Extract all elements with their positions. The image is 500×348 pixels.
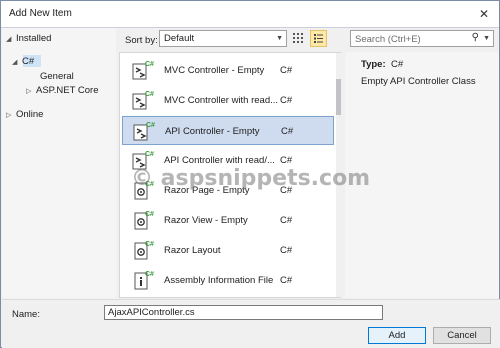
- collapse-icon[interactable]: ◢: [6, 35, 16, 43]
- svg-text:C#: C#: [145, 241, 154, 248]
- expand-icon[interactable]: ▷: [26, 87, 36, 95]
- template-name: MVC Controller - Empty: [164, 65, 265, 76]
- sort-value: Default: [164, 33, 195, 44]
- sort-label: Sort by:: [125, 35, 158, 46]
- close-button[interactable]: ✕: [475, 5, 493, 23]
- list-item[interactable]: C# MVC Controller - Empty C#: [122, 56, 334, 85]
- add-new-item-dialog: Add New Item ✕ ◢ Installed ◢ C# General ▷ A…: [0, 0, 500, 348]
- razor-view-icon: C#: [130, 208, 154, 232]
- tree-item-general[interactable]: General: [40, 71, 74, 82]
- sort-dropdown[interactable]: Default ▼: [159, 30, 287, 47]
- name-footer: Name: AjaxAPIController.cs Add Cancel: [2, 299, 500, 348]
- tree-label-aspnet-core: ASP.NET Core: [36, 85, 99, 96]
- type-label: Type:: [361, 59, 386, 70]
- add-button[interactable]: Add: [368, 327, 426, 344]
- template-name: Razor Layout: [164, 245, 221, 256]
- template-language: C#: [280, 95, 293, 106]
- chevron-down-icon[interactable]: ▼: [483, 35, 490, 42]
- template-name: MVC Controller with read...: [164, 95, 279, 106]
- template-language: C#: [280, 275, 293, 286]
- file-name-field[interactable]: AjaxAPIController.cs: [104, 305, 383, 320]
- razor-layout-icon: C#: [130, 238, 154, 262]
- svg-text:C#: C#: [145, 91, 154, 98]
- title-bar: Add New Item ✕: [1, 1, 499, 27]
- collapse-icon[interactable]: ◢: [12, 58, 22, 66]
- template-language: C#: [280, 215, 293, 226]
- tree-label-online: Online: [16, 109, 44, 120]
- tree-item-installed[interactable]: ◢ Installed: [6, 33, 51, 44]
- list-item[interactable]: C# MVC Controller with read... C#: [122, 86, 334, 115]
- template-language: C#: [281, 126, 294, 137]
- sort-toolbar: Sort by: Default ▼: [119, 28, 341, 50]
- list-item[interactable]: C# Razor Layout C#: [122, 236, 334, 265]
- list-item[interactable]: C# Razor View - Empty C#: [122, 206, 334, 235]
- template-language: C#: [280, 155, 293, 166]
- svg-text:C#: C#: [145, 211, 154, 218]
- file-name-value: AjaxAPIController.cs: [108, 307, 195, 318]
- search-placeholder: Search (Ctrl+E): [355, 34, 421, 45]
- svg-text:C#: C#: [145, 271, 154, 278]
- template-name: API Controller - Empty: [165, 126, 260, 137]
- controller-icon: C#: [131, 119, 155, 143]
- list-item[interactable]: C# API Controller - Empty C#: [122, 116, 334, 145]
- list-icon: [314, 34, 323, 43]
- svg-text:C#: C#: [146, 122, 155, 129]
- tree-label-csharp: C#: [22, 56, 35, 67]
- template-language: C#: [280, 245, 293, 256]
- small-icons-view-button[interactable]: [291, 31, 307, 46]
- template-name: Assembly Information File: [164, 275, 274, 286]
- template-language: C#: [280, 65, 293, 76]
- svg-text:C#: C#: [145, 61, 154, 68]
- dialog-title: Add New Item: [9, 8, 72, 19]
- name-label: Name:: [12, 309, 40, 320]
- tree-item-csharp[interactable]: ◢ C#: [12, 56, 34, 67]
- search-icon[interactable]: ⚲: [472, 32, 479, 43]
- search-input[interactable]: Search (Ctrl+E) ⚲ ▼: [350, 30, 494, 47]
- controller-icon: C#: [130, 58, 154, 82]
- template-name: API Controller with read/...: [164, 155, 275, 166]
- svg-text:C#: C#: [145, 151, 154, 158]
- scrollbar-thumb[interactable]: [336, 79, 341, 115]
- template-name: Razor View - Empty: [164, 215, 248, 226]
- tree-item-online[interactable]: ▷ Online: [6, 109, 43, 120]
- tree-label-general: General: [40, 71, 74, 82]
- expand-icon[interactable]: ▷: [6, 111, 16, 119]
- template-description: Empty API Controller Class: [361, 76, 476, 87]
- chevron-down-icon: ▼: [276, 35, 283, 42]
- cancel-button[interactable]: Cancel: [433, 327, 491, 344]
- controller-icon: C#: [130, 88, 154, 112]
- category-tree: ◢ Installed ◢ C# General ▷ ASP.NET Core ▷ On…: [2, 28, 116, 298]
- type-value: C#: [391, 59, 404, 70]
- tree-item-aspnet-core[interactable]: ▷ ASP.NET Core: [26, 85, 98, 96]
- watermark-text: © aspsnippets.com: [131, 166, 371, 191]
- info-file-icon: C#: [130, 268, 154, 292]
- tree-label-installed: Installed: [16, 33, 52, 44]
- list-item[interactable]: C# Assembly Information File C#: [122, 266, 334, 295]
- list-view-button[interactable]: [310, 30, 327, 47]
